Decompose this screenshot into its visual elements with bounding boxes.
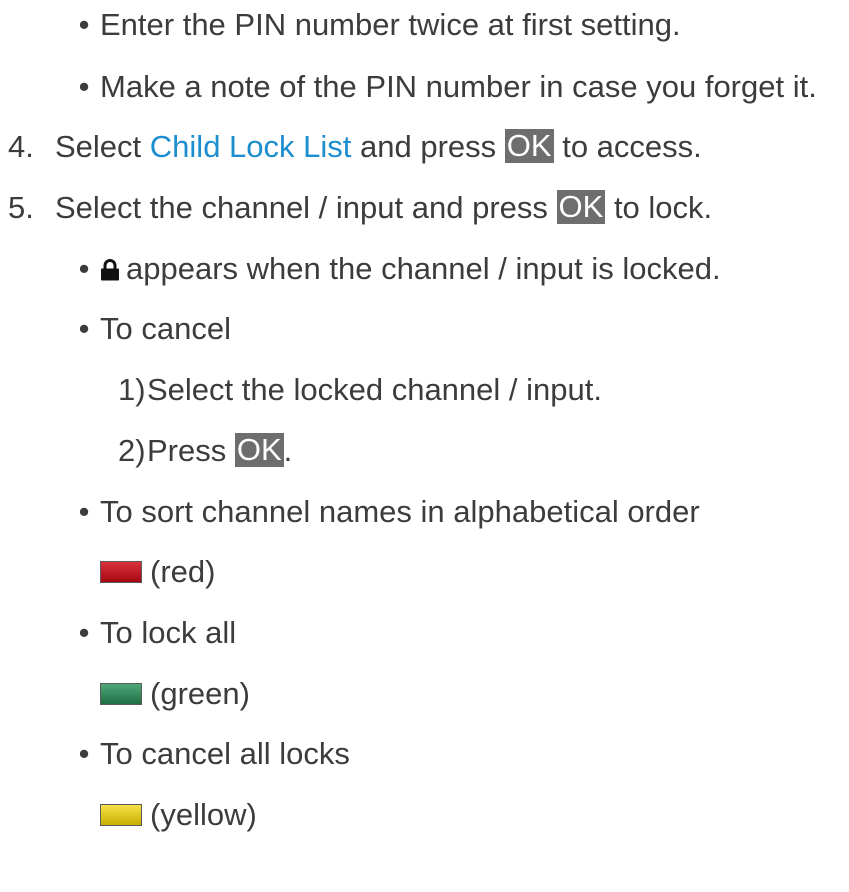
list-item-text: To lock all xyxy=(100,615,237,650)
list-item-text: To cancel xyxy=(100,311,231,346)
color-button-line: (red) xyxy=(100,552,215,592)
bullet: • xyxy=(78,311,90,346)
list-item-text: Enter the PIN number twice at first sett… xyxy=(100,7,681,42)
sub-step-text-post: . xyxy=(283,433,293,468)
bullet: • xyxy=(78,494,90,529)
ok-button-label: OK xyxy=(556,189,606,224)
list-item-text: To cancel all locks xyxy=(100,736,350,771)
step-text-pre: Select xyxy=(55,129,142,164)
list-item-text: appears when the channel / input is lock… xyxy=(100,249,721,289)
step-text: Select the channel / input and press OK … xyxy=(55,188,712,228)
step-text-pre: Select the channel / input and press xyxy=(55,190,548,225)
step-number: 4. xyxy=(8,129,34,164)
yellow-button-icon xyxy=(100,804,142,826)
color-button-label: (green) xyxy=(150,676,250,711)
color-button-line: (yellow) xyxy=(100,795,257,835)
step-text-post: to access. xyxy=(562,129,702,164)
lock-note-text: appears when the channel / input is lock… xyxy=(126,251,721,286)
list-item-text: Make a note of the PIN number in case yo… xyxy=(100,69,817,104)
sub-step-text: Select the locked channel / input. xyxy=(147,372,602,407)
ok-button-label: OK xyxy=(504,128,554,163)
sub-step-text-pre: Press xyxy=(147,433,227,468)
ok-button-label: OK xyxy=(234,432,284,467)
color-button-label: (red) xyxy=(150,554,216,589)
bullet: • xyxy=(78,7,90,42)
bullet: • xyxy=(78,69,90,104)
step-text-mid: and press xyxy=(360,129,497,164)
bullet: • xyxy=(78,736,90,771)
sub-step-number: 1) xyxy=(118,372,146,407)
red-button-icon xyxy=(100,561,142,583)
bullet: • xyxy=(78,615,90,650)
child-lock-list-link[interactable]: Child Lock List xyxy=(150,129,352,164)
color-button-line: (green) xyxy=(100,674,250,714)
list-item-text: To sort channel names in alphabetical or… xyxy=(100,494,700,529)
sub-step-text: Press OK. xyxy=(147,431,292,471)
step-number: 5. xyxy=(8,190,34,225)
sub-step-number: 2) xyxy=(118,433,146,468)
step-text-post: to lock. xyxy=(613,190,713,225)
step-text: Select Child Lock List and press OK to a… xyxy=(55,127,702,167)
green-button-icon xyxy=(100,683,142,705)
bullet: • xyxy=(78,251,90,286)
color-button-label: (yellow) xyxy=(150,797,257,832)
lock-icon xyxy=(100,251,120,281)
